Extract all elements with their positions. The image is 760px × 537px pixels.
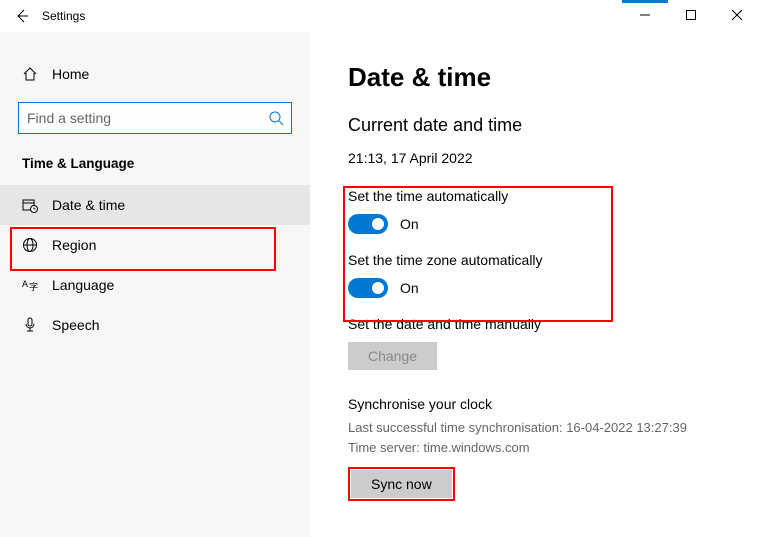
manual-time-label: Set the date and time manually xyxy=(348,316,760,332)
auto-tz-state: On xyxy=(400,280,419,296)
sidebar-item-label: Region xyxy=(52,237,96,253)
auto-time-toggle[interactable] xyxy=(348,214,388,234)
language-icon: A字 xyxy=(22,278,52,292)
search-icon xyxy=(268,110,284,126)
sidebar-item-label: Speech xyxy=(52,317,99,333)
sync-now-button[interactable]: Sync now xyxy=(351,470,452,498)
sidebar-item-label: Date & time xyxy=(52,197,125,213)
sidebar-home[interactable]: Home xyxy=(0,60,310,88)
sync-heading: Synchronise your clock xyxy=(348,396,760,412)
page-title: Date & time xyxy=(348,62,760,93)
calendar-clock-icon xyxy=(22,197,52,213)
auto-time-state: On xyxy=(400,216,419,232)
sidebar-home-label: Home xyxy=(52,66,89,82)
home-icon xyxy=(22,66,52,82)
microphone-icon xyxy=(22,317,52,333)
sync-info: Last successful time synchronisation: 16… xyxy=(348,418,760,457)
minimize-button[interactable] xyxy=(622,0,668,30)
sidebar: Home Time & Language Date & time Region … xyxy=(0,32,310,537)
content-pane: Date & time Current date and time 21:13,… xyxy=(310,32,760,537)
maximize-button[interactable] xyxy=(668,0,714,30)
search-input[interactable] xyxy=(18,102,292,134)
window-title: Settings xyxy=(42,9,85,23)
window-controls xyxy=(622,0,760,30)
annotation-highlight: Sync now xyxy=(348,467,455,501)
svg-text:字: 字 xyxy=(29,281,38,292)
current-datetime: 21:13, 17 April 2022 xyxy=(348,150,760,166)
auto-tz-label: Set the time zone automatically xyxy=(348,252,760,268)
sidebar-item-label: Language xyxy=(52,277,114,293)
auto-tz-toggle[interactable] xyxy=(348,278,388,298)
sidebar-item-region[interactable]: Region xyxy=(0,225,310,265)
change-button[interactable]: Change xyxy=(348,342,437,370)
sidebar-item-language[interactable]: A字 Language xyxy=(0,265,310,305)
close-button[interactable] xyxy=(714,0,760,30)
svg-text:A: A xyxy=(22,279,28,289)
section-subheading: Current date and time xyxy=(348,115,760,136)
globe-icon xyxy=(22,237,52,253)
sync-last-line: Last successful time synchronisation: 16… xyxy=(348,418,760,438)
auto-time-label: Set the time automatically xyxy=(348,188,760,204)
back-icon[interactable] xyxy=(14,8,42,24)
sidebar-section-label: Time & Language xyxy=(0,156,310,185)
sidebar-item-date-time[interactable]: Date & time xyxy=(0,185,310,225)
sidebar-item-speech[interactable]: Speech xyxy=(0,305,310,345)
sync-server-line: Time server: time.windows.com xyxy=(348,438,760,458)
